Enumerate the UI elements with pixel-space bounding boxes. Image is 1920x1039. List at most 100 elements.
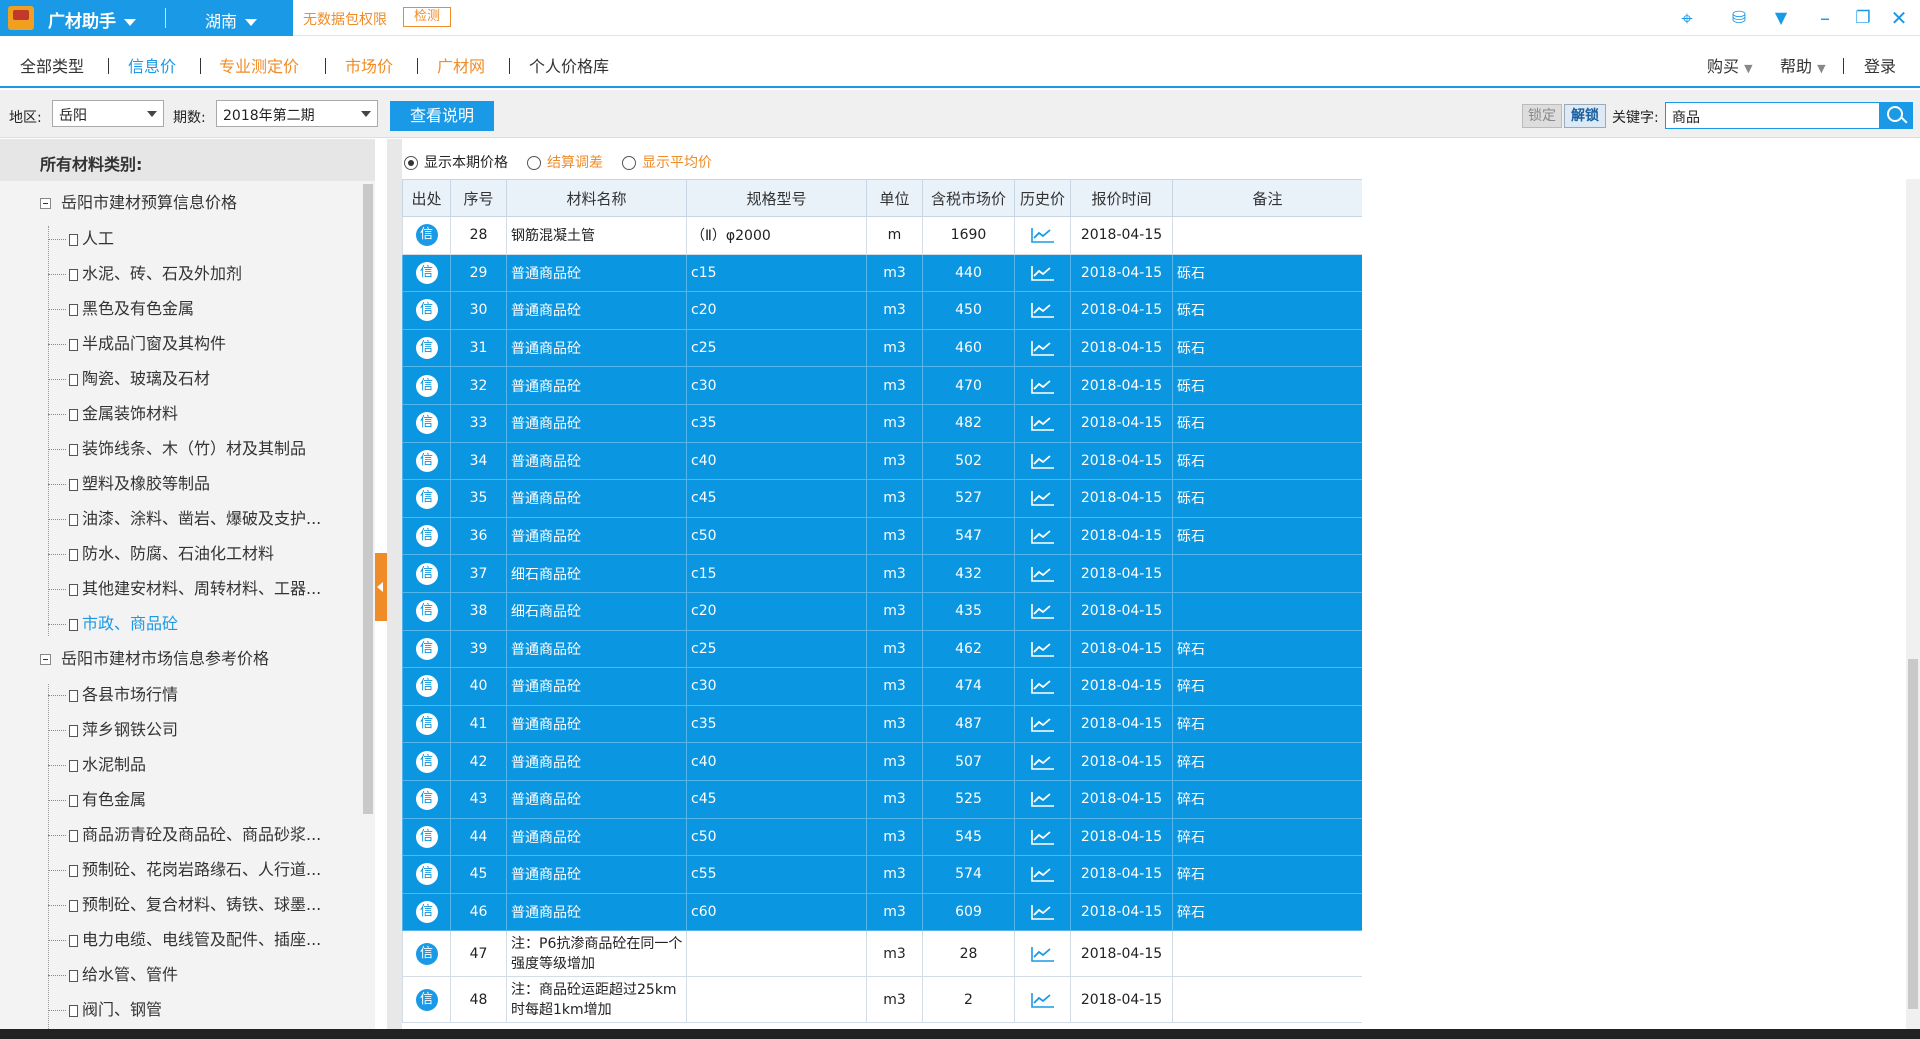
table-row[interactable]: 信 31 普通商品砼 c25 m3 460 2018-04-15 砾石 — [402, 328, 1362, 368]
table-row[interactable]: 信 39 普通商品砼 c25 m3 462 2018-04-15 碎石 — [402, 629, 1362, 669]
history-cell[interactable] — [1014, 479, 1071, 518]
lock-button[interactable]: 锁定 — [1522, 104, 1562, 128]
source-cell[interactable]: 信 — [402, 291, 451, 330]
source-cell[interactable]: 信 — [402, 253, 451, 293]
history-chart-icon[interactable] — [1030, 829, 1055, 845]
panel-splitter[interactable] — [387, 139, 402, 1029]
table-row[interactable]: 信 38 细石商品砼 c20 m3 435 2018-04-15 — [402, 591, 1362, 631]
info-source-badge[interactable]: 信 — [415, 487, 438, 510]
col-tax-price[interactable]: 含税市场价 — [922, 179, 1015, 217]
source-cell[interactable]: 信 — [402, 441, 451, 481]
source-cell[interactable]: 信 — [402, 591, 451, 631]
table-row[interactable]: 信 33 普通商品砼 c35 m3 482 2018-04-15 砾石 — [402, 403, 1362, 443]
tab-market-price[interactable]: 市场价 — [345, 53, 393, 77]
source-cell[interactable]: 信 — [402, 742, 451, 781]
crosshair-icon[interactable]: ⌖ — [1676, 7, 1698, 29]
source-cell[interactable]: 信 — [402, 667, 451, 706]
history-chart-icon[interactable] — [1030, 265, 1055, 281]
info-source-badge[interactable]: 信 — [415, 224, 438, 247]
history-chart-icon[interactable] — [1030, 566, 1055, 582]
source-cell[interactable]: 信 — [402, 403, 451, 443]
login-link[interactable]: 登录 — [1864, 53, 1896, 77]
info-source-badge[interactable]: 信 — [415, 637, 438, 660]
info-source-badge[interactable]: 信 — [415, 261, 438, 284]
history-cell[interactable] — [1014, 629, 1071, 669]
scrollbar-thumb[interactable] — [1908, 659, 1918, 1009]
history-cell[interactable] — [1014, 742, 1071, 781]
history-chart-icon[interactable] — [1030, 992, 1055, 1008]
minimize-icon[interactable]: – — [1814, 7, 1836, 29]
tree-item[interactable]: 有色金属 — [48, 786, 146, 810]
table-scrollbar[interactable] — [1906, 179, 1920, 1029]
tab-info-price[interactable]: 信息价 — [128, 53, 176, 77]
tree-item[interactable]: 其他建安材料、周转材料、工器... — [48, 575, 321, 599]
history-chart-icon[interactable] — [1030, 603, 1055, 620]
info-source-badge[interactable]: 信 — [415, 988, 438, 1011]
history-chart-icon[interactable] — [1030, 490, 1055, 507]
source-cell[interactable]: 信 — [402, 366, 451, 405]
region-selector[interactable]: 湖南 — [205, 8, 258, 32]
history-chart-icon[interactable] — [1030, 904, 1055, 920]
info-source-badge[interactable]: 信 — [415, 675, 438, 698]
check-button[interactable]: 检测 — [403, 7, 451, 27]
tree-item[interactable]: 半成品门窗及其构件 — [48, 330, 226, 354]
source-cell[interactable]: 信 — [402, 629, 451, 669]
info-source-badge[interactable]: 信 — [415, 788, 438, 811]
table-row[interactable]: 信 41 普通商品砼 c35 m3 487 2018-04-15 碎石 — [402, 704, 1362, 744]
history-cell[interactable] — [1014, 704, 1071, 744]
tab-all-types[interactable]: 全部类型 — [20, 53, 84, 77]
col-note[interactable]: 备注 — [1172, 179, 1362, 217]
info-source-badge[interactable]: 信 — [415, 412, 438, 435]
history-cell[interactable] — [1014, 403, 1071, 443]
history-chart-icon[interactable] — [1030, 227, 1055, 244]
tab-personal-price-lib[interactable]: 个人价格库 — [529, 53, 609, 77]
history-cell[interactable] — [1014, 817, 1071, 857]
source-cell[interactable]: 信 — [402, 216, 451, 255]
history-chart-icon[interactable] — [1030, 641, 1055, 657]
collapse-icon[interactable] — [40, 654, 51, 665]
history-cell[interactable] — [1014, 328, 1071, 368]
col-quote-date[interactable]: 报价时间 — [1070, 179, 1173, 217]
history-chart-icon[interactable] — [1030, 678, 1055, 695]
tree-item-selected[interactable]: 市政、商品砼 — [48, 610, 178, 634]
collapse-icon[interactable] — [40, 198, 51, 209]
source-cell[interactable]: 信 — [402, 554, 451, 593]
tree-item[interactable]: 塑料及橡胶等制品 — [48, 470, 210, 494]
tree-item[interactable]: 防水、防腐、石油化工材料 — [48, 540, 274, 564]
radio-settlement-adjust[interactable]: 结算调差 — [527, 152, 603, 172]
info-source-badge[interactable]: 信 — [415, 863, 438, 886]
history-chart-icon[interactable] — [1030, 528, 1055, 544]
tree-item[interactable]: 各县市场行情 — [48, 681, 178, 705]
table-row[interactable]: 信 47 注：P6抗渗商品砼在同一个强度等级增加 m3 28 2018-04-15 — [402, 930, 1362, 978]
unlock-button[interactable]: 解锁 — [1564, 104, 1606, 128]
close-icon[interactable]: ✕ — [1888, 7, 1910, 29]
info-source-badge[interactable]: 信 — [415, 750, 438, 773]
source-cell[interactable]: 信 — [402, 479, 451, 518]
col-index[interactable]: 序号 — [450, 179, 507, 217]
history-chart-icon[interactable] — [1030, 340, 1055, 356]
col-history[interactable]: 历史价 — [1014, 179, 1071, 217]
table-row[interactable]: 信 35 普通商品砼 c45 m3 527 2018-04-15 砾石 — [402, 479, 1362, 518]
history-cell[interactable] — [1014, 976, 1071, 1024]
tree-item[interactable]: 预制砼、复合材料、铸铁、球墨... — [48, 891, 321, 915]
tree-item[interactable]: 水泥、砖、石及外加剂 — [48, 260, 242, 284]
table-row[interactable]: 信 32 普通商品砼 c30 m3 470 2018-04-15 砾石 — [402, 366, 1362, 405]
sidebar-scrollbar[interactable] — [363, 184, 373, 814]
table-row[interactable]: 信 34 普通商品砼 c40 m3 502 2018-04-15 砾石 — [402, 441, 1362, 481]
database-icon[interactable]: ⛁ — [1728, 7, 1750, 29]
restore-icon[interactable]: ❐ — [1852, 7, 1874, 29]
source-cell[interactable]: 信 — [402, 704, 451, 744]
tree-item[interactable]: 人工 — [48, 225, 114, 249]
source-cell[interactable]: 信 — [402, 855, 451, 894]
app-menu[interactable]: 广材助手 — [48, 7, 136, 32]
info-source-badge[interactable]: 信 — [415, 900, 438, 923]
tree-item[interactable]: 萍乡钢铁公司 — [48, 716, 178, 740]
info-source-badge[interactable]: 信 — [415, 337, 438, 360]
info-source-badge[interactable]: 信 — [415, 942, 438, 965]
col-source[interactable]: 出处 — [402, 179, 451, 217]
history-chart-icon[interactable] — [1030, 453, 1055, 469]
info-source-badge[interactable]: 信 — [415, 525, 438, 548]
tab-professional-price[interactable]: 专业测定价 — [219, 53, 299, 77]
table-row[interactable]: 信 36 普通商品砼 c50 m3 547 2018-04-15 砾石 — [402, 516, 1362, 556]
source-cell[interactable]: 信 — [402, 817, 451, 857]
